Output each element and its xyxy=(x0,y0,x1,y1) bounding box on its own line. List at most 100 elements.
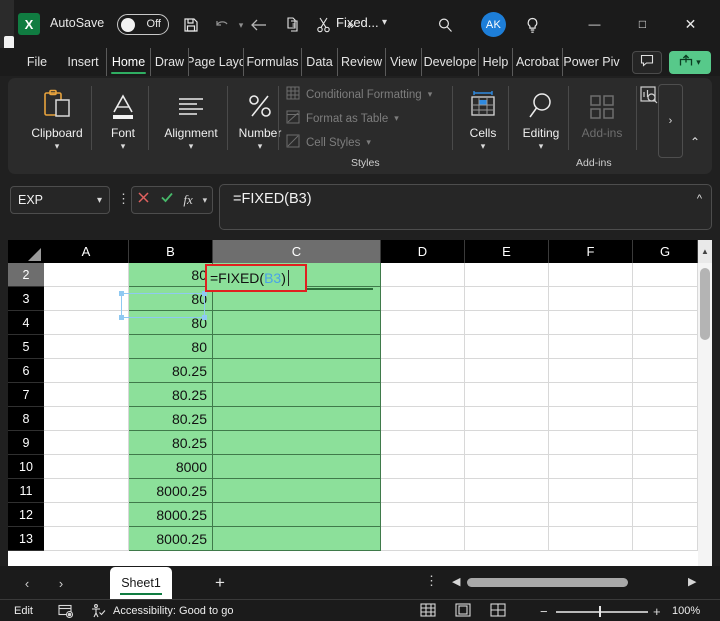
cell-d5[interactable] xyxy=(381,335,465,359)
accessibility-icon[interactable] xyxy=(90,603,106,619)
cell-e11[interactable] xyxy=(465,479,549,503)
cell-d13[interactable] xyxy=(381,527,465,551)
reference-handle-bottom-left[interactable] xyxy=(119,315,124,320)
cell-d7[interactable] xyxy=(381,383,465,407)
page-break-view-icon[interactable] xyxy=(490,603,506,618)
cell-c9[interactable] xyxy=(213,431,381,455)
column-header-b[interactable]: B xyxy=(129,240,213,263)
cell-a8[interactable] xyxy=(44,407,129,431)
user-avatar[interactable]: AK xyxy=(481,12,506,37)
cell-e6[interactable] xyxy=(465,359,549,383)
formula-chevron-down-icon[interactable]: ▾ xyxy=(203,195,208,206)
cell-g10[interactable] xyxy=(633,455,698,479)
cell-f9[interactable] xyxy=(549,431,633,455)
ribbon-group-addins[interactable]: Add-ins xyxy=(572,78,632,158)
record-macro-icon[interactable] xyxy=(58,603,74,619)
row-header-10[interactable]: 10 xyxy=(8,455,44,479)
row-header-7[interactable]: 7 xyxy=(8,383,44,407)
tab-help[interactable]: Help xyxy=(478,48,512,76)
cell-c12[interactable] xyxy=(213,503,381,527)
cell-b10[interactable]: 8000 xyxy=(129,455,213,479)
cell-f11[interactable] xyxy=(549,479,633,503)
cell-a9[interactable] xyxy=(44,431,129,455)
alignment-chevron-down-icon[interactable]: ▾ xyxy=(189,141,194,151)
minimize-button[interactable]: — xyxy=(572,0,617,48)
row-header-9[interactable]: 9 xyxy=(8,431,44,455)
confirm-check-icon[interactable] xyxy=(160,191,174,209)
row-header-3[interactable]: 3 xyxy=(8,287,44,311)
ribbon-group-editing[interactable]: Editing ▾ xyxy=(512,78,570,158)
cell-f13[interactable] xyxy=(549,527,633,551)
row-header-12[interactable]: 12 xyxy=(8,503,44,527)
maximize-button[interactable]: □ xyxy=(620,0,665,48)
row-header-8[interactable]: 8 xyxy=(8,407,44,431)
ribbon-overflow-button[interactable]: › xyxy=(658,84,683,158)
scroll-right-button[interactable]: ▶ xyxy=(688,575,696,588)
in-cell-editor[interactable]: =FIXED(B3) xyxy=(205,264,307,292)
row-header-13[interactable]: 13 xyxy=(8,527,44,551)
cell-c10[interactable] xyxy=(213,455,381,479)
tab-page-layout[interactable]: Page Layo xyxy=(188,48,243,76)
column-header-d[interactable]: D xyxy=(381,240,465,263)
cell-d11[interactable] xyxy=(381,479,465,503)
next-sheet-button[interactable]: › xyxy=(48,572,74,594)
cell-d2[interactable] xyxy=(381,263,465,287)
cell-e5[interactable] xyxy=(465,335,549,359)
collapse-ribbon-icon[interactable]: ⌃ xyxy=(690,135,700,149)
cell-e8[interactable] xyxy=(465,407,549,431)
row-header-4[interactable]: 4 xyxy=(8,311,44,335)
cell-e10[interactable] xyxy=(465,455,549,479)
tab-view[interactable]: View xyxy=(385,48,421,76)
tab-developer[interactable]: Develope xyxy=(421,48,478,76)
cell-g4[interactable] xyxy=(633,311,698,335)
cell-f8[interactable] xyxy=(549,407,633,431)
cell-a11[interactable] xyxy=(44,479,129,503)
cell-d8[interactable] xyxy=(381,407,465,431)
cell-b2[interactable]: 80 xyxy=(129,263,213,287)
cell-f10[interactable] xyxy=(549,455,633,479)
cell-b6[interactable]: 80.25 xyxy=(129,359,213,383)
cell-c4[interactable] xyxy=(213,311,381,335)
format-as-table-button[interactable]: Format as Table ▾ xyxy=(286,110,399,127)
formula-reference-highlight-b3[interactable] xyxy=(119,291,207,320)
zoom-slider-track[interactable] xyxy=(556,611,648,613)
cell-e9[interactable] xyxy=(465,431,549,455)
cell-g5[interactable] xyxy=(633,335,698,359)
ribbon-group-alignment[interactable]: Alignment ▾ xyxy=(152,78,230,158)
tab-file[interactable]: File xyxy=(18,48,56,76)
cell-b9[interactable]: 80.25 xyxy=(129,431,213,455)
tab-formulas[interactable]: Formulas xyxy=(243,48,301,76)
editing-chevron-down-icon[interactable]: ▾ xyxy=(539,141,544,151)
cancel-x-icon[interactable] xyxy=(137,191,150,209)
analyze-data-icon[interactable] xyxy=(640,86,658,109)
cell-b11[interactable]: 8000.25 xyxy=(129,479,213,503)
ribbon-group-number[interactable]: Number ▾ xyxy=(230,78,290,158)
reference-handle-bottom-right[interactable] xyxy=(202,315,207,320)
cell-g2[interactable] xyxy=(633,263,698,287)
cell-e12[interactable] xyxy=(465,503,549,527)
row-header-2[interactable]: 2 xyxy=(8,263,44,287)
formula-bar-input[interactable]: =FIXED(B3) ^ xyxy=(219,184,712,230)
cell-f12[interactable] xyxy=(549,503,633,527)
comments-button[interactable] xyxy=(632,51,662,74)
scroll-left-button[interactable]: ◀ xyxy=(452,575,460,588)
column-header-e[interactable]: E xyxy=(465,240,549,263)
format-as-table-chevron-down-icon[interactable]: ▾ xyxy=(394,113,399,124)
cell-g7[interactable] xyxy=(633,383,698,407)
cell-f3[interactable] xyxy=(549,287,633,311)
tab-draw[interactable]: Draw xyxy=(150,48,188,76)
cell-g13[interactable] xyxy=(633,527,698,551)
tab-review[interactable]: Review xyxy=(337,48,385,76)
clipboard-chevron-down-icon[interactable]: ▾ xyxy=(55,141,60,151)
cut-scissors-icon[interactable] xyxy=(310,13,336,37)
fx-icon[interactable]: fx xyxy=(183,192,192,208)
cell-f7[interactable] xyxy=(549,383,633,407)
zoom-slider-handle[interactable] xyxy=(599,606,601,617)
cell-c8[interactable] xyxy=(213,407,381,431)
cell-d3[interactable] xyxy=(381,287,465,311)
cell-c5[interactable] xyxy=(213,335,381,359)
cell-b8[interactable]: 80.25 xyxy=(129,407,213,431)
sheet-tab-sheet1[interactable]: Sheet1 xyxy=(110,567,172,599)
number-chevron-down-icon[interactable]: ▾ xyxy=(258,141,263,151)
cell-f5[interactable] xyxy=(549,335,633,359)
